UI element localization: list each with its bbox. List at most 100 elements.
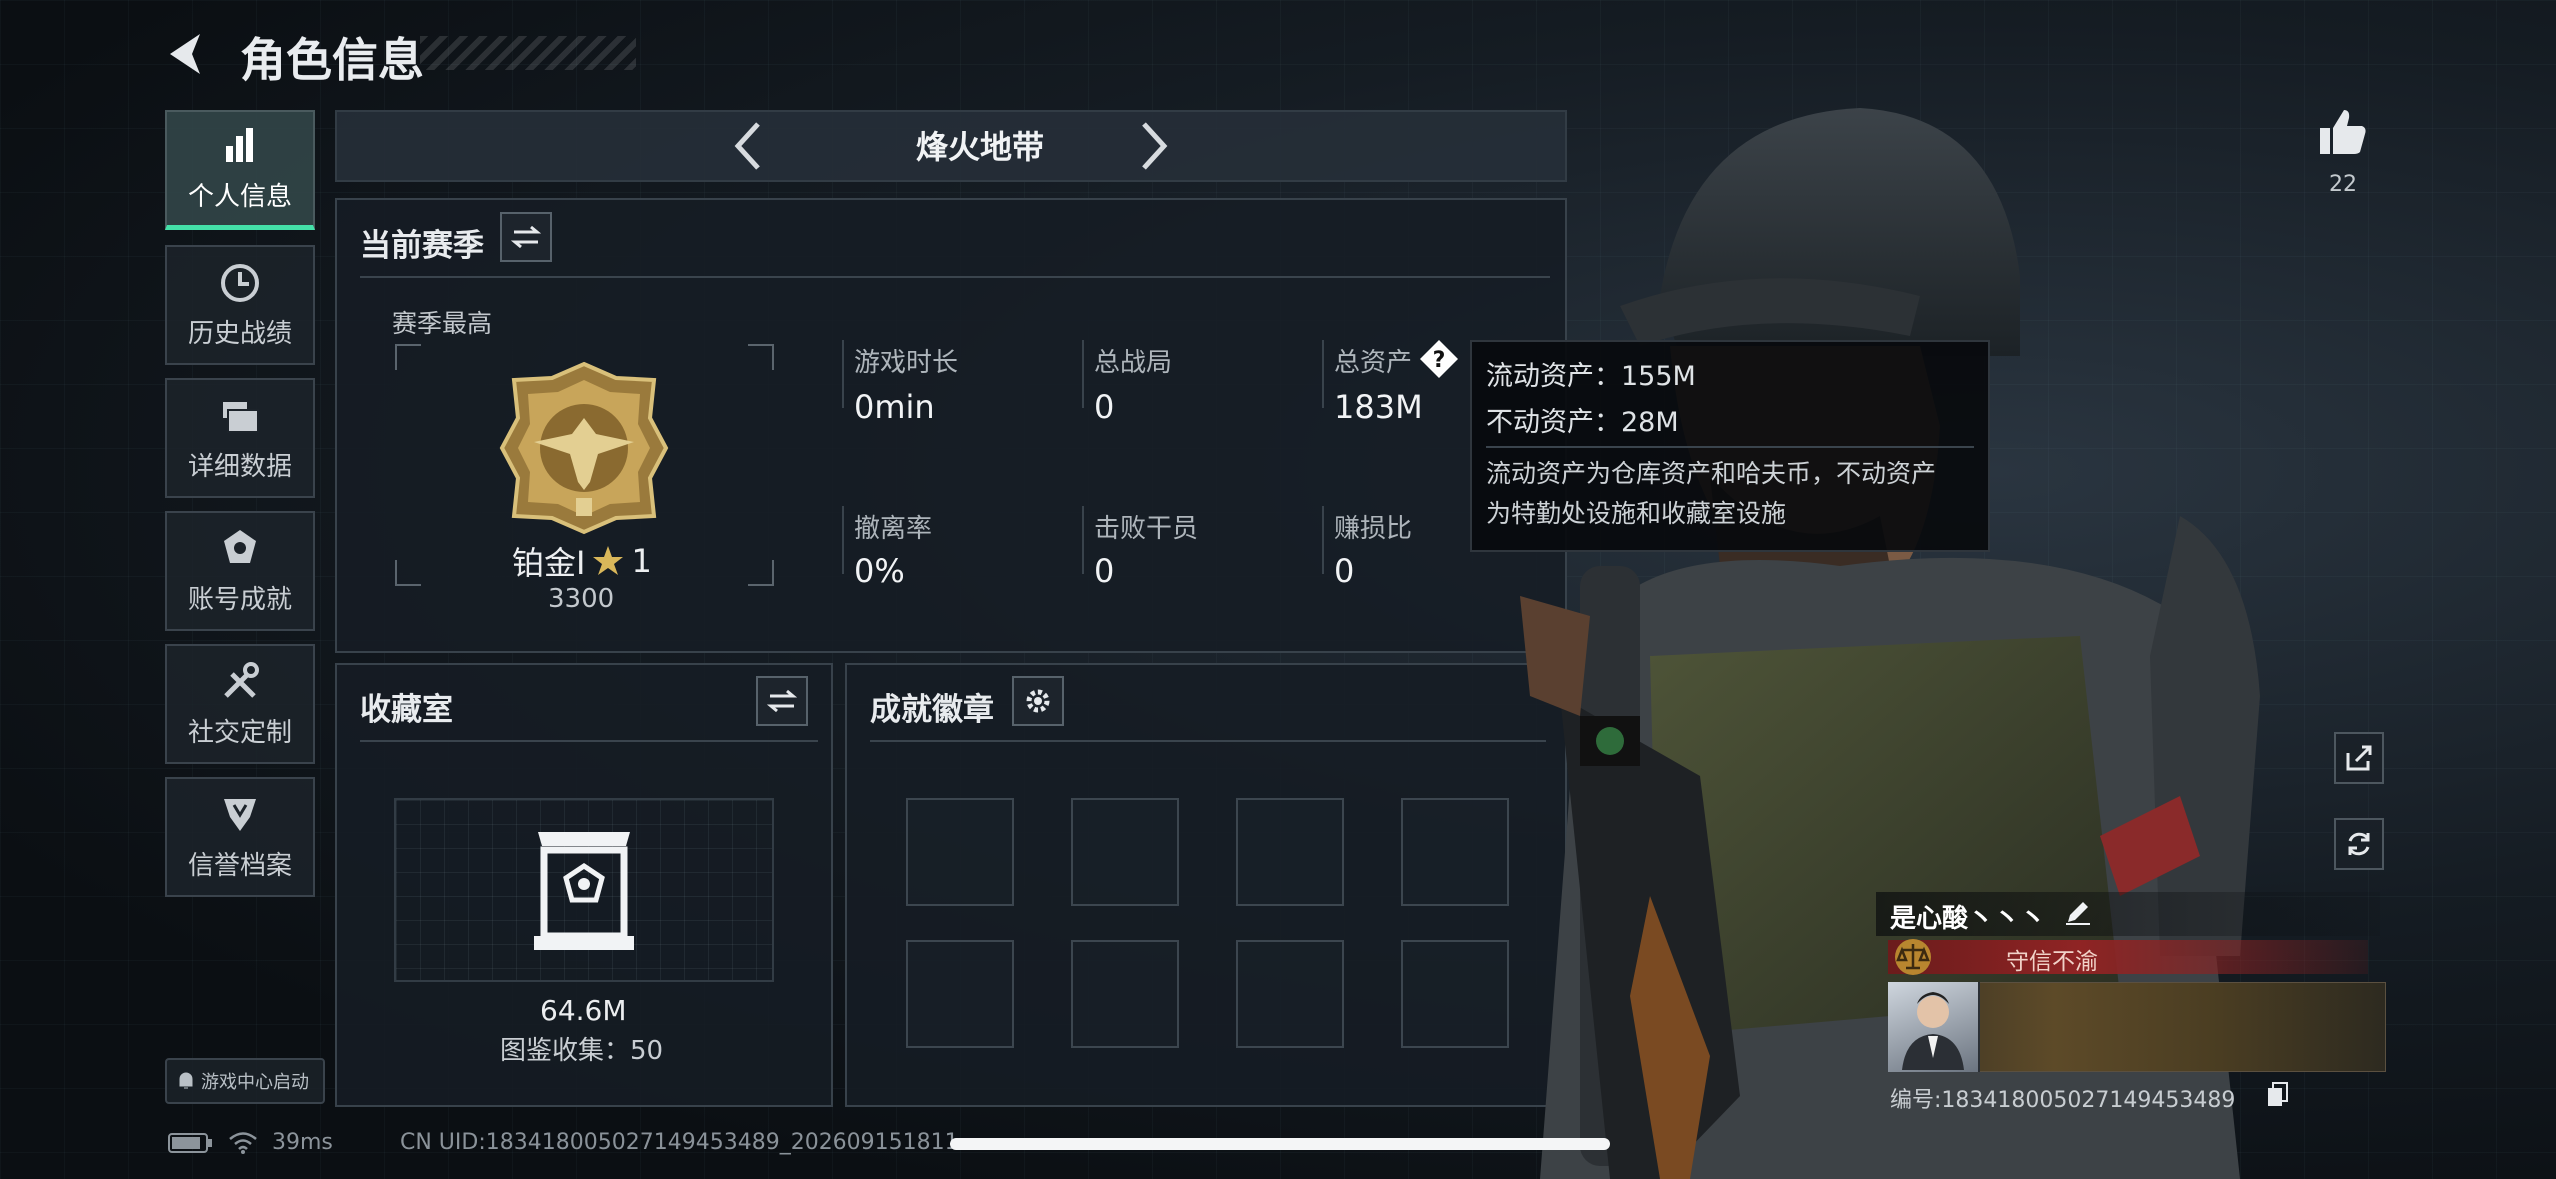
collection-catalog: 图鉴收集：50 bbox=[500, 1036, 664, 1066]
copy-icon bbox=[2268, 1082, 2288, 1106]
share-button[interactable] bbox=[2334, 732, 2384, 784]
stat-value-playtime: 0min bbox=[854, 388, 935, 426]
sidebar-item-achievements[interactable]: 账号成就 bbox=[165, 511, 315, 631]
player-id: 编号:1834180050271494534​89 bbox=[1890, 1082, 2235, 1114]
badge-slot[interactable] bbox=[1236, 798, 1344, 906]
badge-slot[interactable] bbox=[1071, 940, 1179, 1048]
frame-corner bbox=[748, 560, 774, 586]
divider bbox=[1322, 340, 1324, 408]
edit-name-button[interactable] bbox=[2064, 898, 2092, 930]
wifi-icon bbox=[229, 1131, 257, 1154]
stat-value-matches: 0 bbox=[1094, 388, 1115, 426]
rank-stars: 1 bbox=[631, 542, 652, 580]
divider bbox=[1486, 446, 1974, 448]
clock-icon bbox=[221, 263, 259, 302]
game-center-label: 游戏中心启动 bbox=[201, 1072, 309, 1093]
sidebar-item-personal-info[interactable]: 个人信息 bbox=[165, 110, 315, 230]
svg-text:?: ? bbox=[1433, 348, 1446, 373]
pencil-icon bbox=[2066, 902, 2090, 925]
refresh-button[interactable] bbox=[2334, 818, 2384, 870]
divider bbox=[1082, 340, 1084, 408]
share-icon bbox=[2346, 745, 2372, 771]
divider bbox=[1322, 506, 1324, 574]
collection-title: 收藏室 bbox=[360, 692, 453, 728]
sidebar-item-label: 账号成就 bbox=[187, 584, 292, 615]
sidebar-item-label: 信誉档案 bbox=[187, 850, 292, 881]
like-button[interactable] bbox=[2318, 106, 2368, 162]
title-decoration bbox=[420, 36, 636, 70]
collection-switch-button[interactable] bbox=[756, 676, 808, 726]
divider bbox=[842, 340, 844, 408]
honor-title: 守信不渝 bbox=[2006, 949, 2098, 975]
tools-icon bbox=[224, 661, 259, 698]
collection-value: 64.6M bbox=[540, 994, 627, 1027]
stat-label-matches: 总战局 bbox=[1094, 348, 1173, 378]
player-name: 是心酸丶丶丶 bbox=[1890, 904, 2047, 934]
tooltip-fixed-assets: 不动资产：28M bbox=[1486, 407, 1679, 438]
sidebar-item-credit[interactable]: 信誉档案 bbox=[165, 777, 315, 897]
honor-title-banner bbox=[1888, 940, 2368, 974]
rank-name: 铂金I bbox=[512, 544, 586, 582]
badge-slot[interactable] bbox=[1236, 940, 1344, 1048]
battery-icon bbox=[168, 1132, 212, 1153]
badge-slot[interactable] bbox=[906, 798, 1014, 906]
stat-label-kills: 击败干员 bbox=[1094, 514, 1199, 544]
season-switch-button[interactable] bbox=[500, 212, 552, 262]
game-center-button[interactable]: 游戏中心启动 bbox=[165, 1058, 325, 1104]
badge-slot[interactable] bbox=[906, 940, 1014, 1048]
scales-icon bbox=[1895, 939, 1931, 975]
prev-mode-button[interactable] bbox=[728, 118, 768, 174]
stat-label-profit-ratio: 赚损比 bbox=[1334, 514, 1413, 544]
stat-label-total-assets: 总资产 bbox=[1334, 348, 1413, 378]
chevron-left-icon bbox=[734, 122, 760, 170]
tooltip-desc-line2: 为特勤处设施和收藏室设施 bbox=[1486, 499, 1787, 528]
divider bbox=[842, 506, 844, 574]
gear-icon bbox=[1026, 689, 1050, 713]
folder-icon bbox=[223, 401, 259, 433]
stat-value-kills: 0 bbox=[1094, 552, 1115, 590]
sidebar-item-label: 历史战绩 bbox=[187, 318, 292, 349]
tooltip-liquid-assets: 流动资产：155M bbox=[1486, 361, 1696, 392]
medal-icon bbox=[224, 529, 256, 563]
assets-help-button[interactable]: ? bbox=[1418, 338, 1460, 384]
sidebar-item-label: 个人信息 bbox=[187, 182, 292, 212]
rank-info: 铂金I 1 bbox=[512, 538, 652, 584]
frame-corner bbox=[748, 344, 774, 370]
latency: 39ms bbox=[272, 1130, 333, 1155]
shield-badge-icon bbox=[224, 798, 256, 831]
display-case-icon bbox=[534, 832, 634, 950]
divider bbox=[1082, 506, 1084, 574]
refresh-icon bbox=[2348, 832, 2370, 856]
stat-value-total-assets: 183M bbox=[1334, 388, 1423, 426]
question-icon: ? bbox=[1420, 340, 1458, 378]
stat-value-profit-ratio: 0 bbox=[1334, 552, 1355, 590]
achievements-title: 成就徽章 bbox=[870, 692, 994, 728]
home-indicator[interactable] bbox=[950, 1138, 1610, 1150]
sidebar-item-label: 社交定制 bbox=[187, 717, 292, 748]
next-mode-button[interactable] bbox=[1134, 118, 1174, 174]
rank-emblem-icon bbox=[499, 361, 669, 535]
divider bbox=[360, 740, 818, 742]
thumbs-up-icon bbox=[2320, 110, 2366, 154]
copy-id-button[interactable] bbox=[2266, 1082, 2290, 1112]
bell-icon bbox=[179, 1072, 193, 1089]
sidebar-item-label: 详细数据 bbox=[187, 451, 292, 482]
status-bar: 39ms bbox=[168, 1130, 333, 1155]
frame-corner bbox=[395, 344, 421, 370]
like-count: 22 bbox=[2329, 172, 2357, 197]
bar-chart-icon bbox=[226, 128, 253, 162]
back-button[interactable] bbox=[160, 26, 216, 82]
swap-icon bbox=[511, 225, 541, 249]
divider bbox=[360, 276, 1550, 278]
achievements-settings-button[interactable] bbox=[1012, 676, 1064, 726]
stat-label-extract-rate: 撤离率 bbox=[854, 514, 933, 544]
sidebar-item-history[interactable]: 历史战绩 bbox=[165, 245, 315, 365]
avatar[interactable] bbox=[1888, 982, 1980, 1072]
page-title: 角色信息 bbox=[240, 33, 424, 87]
stat-value-extract-rate: 0% bbox=[854, 552, 905, 590]
badge-slot[interactable] bbox=[1071, 798, 1179, 906]
frame-corner bbox=[395, 560, 421, 586]
sidebar-item-detailed-data[interactable]: 详细数据 bbox=[165, 378, 315, 498]
mode-title: 烽火地带 bbox=[915, 128, 1044, 166]
sidebar-item-social[interactable]: 社交定制 bbox=[165, 644, 315, 764]
